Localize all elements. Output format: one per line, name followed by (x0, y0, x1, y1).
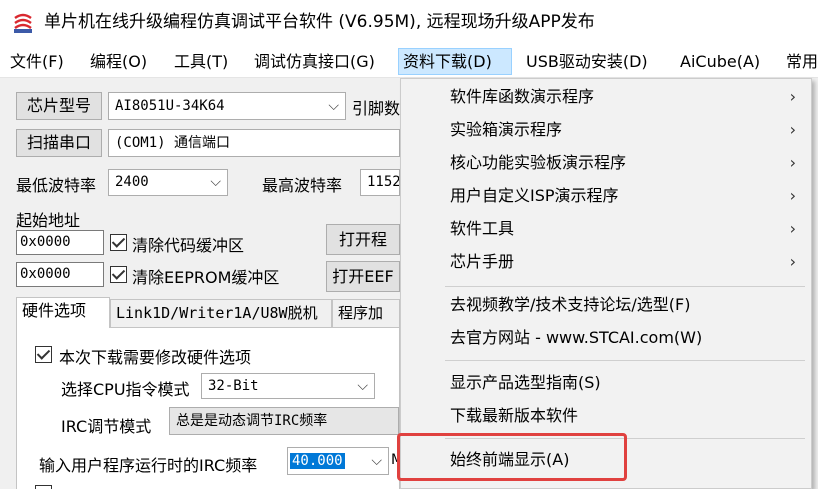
menu-item-label: 核心功能实验板演示程序 (450, 153, 627, 172)
title-bar: 单片机在线升级编程仿真调试平台软件 (V6.95M), 远程现场升级APP发布 (0, 0, 818, 44)
menu-item-label: 用户自定义ISP演示程序 (450, 186, 619, 205)
menu-aicube[interactable]: AiCube(A) (676, 48, 764, 75)
menu-item-label: 芯片手册 (450, 252, 515, 271)
tab-program-encrypt[interactable]: 程序加 (332, 299, 400, 327)
stc-logo-icon (14, 13, 32, 33)
open-eeprom-button[interactable]: 打开EEF (326, 261, 400, 292)
max-baud-select[interactable]: 1152 (360, 169, 400, 196)
menu-item-selection-guide[interactable]: 显示产品选型指南(S) (402, 366, 810, 399)
next-option-checkbox[interactable] (35, 485, 52, 489)
menu-item-video-forum[interactable]: 去视频教学/技术支持论坛/选型(F) (402, 288, 810, 321)
menu-item-software-tools[interactable]: 软件工具 › (402, 212, 810, 245)
cpu-mode-label: 选择CPU指令模式 (61, 380, 190, 399)
menu-debug-interface[interactable]: 调试仿真接口(G) (250, 48, 379, 75)
irc-frequency-select[interactable]: 40.000 ⌵ (287, 447, 389, 475)
menu-common[interactable]: 常用 (782, 48, 818, 75)
tab-hardware-options[interactable]: 硬件选项 (16, 297, 110, 328)
menu-item-core-board-demos[interactable]: 核心功能实验板演示程序 › (402, 146, 810, 179)
menu-item-official-website[interactable]: 去官方网站 - www.STCAI.com(W) (402, 321, 810, 354)
cpu-mode-select[interactable]: 32-Bit ⌵ (201, 373, 375, 399)
menu-program[interactable]: 编程(O) (86, 48, 151, 75)
start-address-label: 起始地址 (16, 211, 81, 230)
irc-frequency-label: 输入用户程序运行时的IRC频率 (39, 456, 258, 475)
chevron-right-icon: › (789, 186, 796, 205)
min-baud-select[interactable]: 2400 ⌵ (108, 169, 228, 196)
menu-tools[interactable]: 工具(T) (170, 48, 232, 75)
chip-model-value: AI8051U-34K64 (115, 98, 225, 114)
menu-item-lab-box-demos[interactable]: 实验箱演示程序 › (402, 113, 810, 146)
chevron-right-icon: › (789, 153, 796, 172)
options-tabs: 硬件选项 Link1D/Writer1A/U8W脱机 程序加 (16, 297, 400, 328)
menu-separator (445, 286, 805, 287)
hardware-options-panel: 本次下载需要修改硬件选项 选择CPU指令模式 32-Bit ⌵ IRC调节模式 … (16, 327, 403, 489)
chip-model-button[interactable]: 芯片型号 (16, 92, 102, 120)
menu-downloads[interactable]: 资料下载(D) (398, 48, 512, 75)
min-baud-label: 最低波特率 (16, 176, 97, 195)
chevron-down-icon: ⌵ (210, 174, 221, 190)
menu-item-custom-isp-demos[interactable]: 用户自定义ISP演示程序 › (402, 179, 810, 212)
window-title: 单片机在线升级编程仿真调试平台软件 (V6.95M), 远程现场升级APP发布 (44, 12, 595, 32)
clear-code-checkbox[interactable] (110, 234, 127, 251)
menu-bar: 文件(F) 编程(O) 工具(T) 调试仿真接口(G) 资料下载(D) USB驱… (0, 44, 818, 78)
menu-file[interactable]: 文件(F) (6, 48, 68, 75)
tab-offline-writer[interactable]: Link1D/Writer1A/U8W脱机 (110, 299, 332, 327)
menu-item-label: 去官方网站 - www.STCAI.com(W) (450, 328, 703, 347)
chevron-right-icon: › (789, 87, 796, 106)
chevron-down-icon: ⌵ (371, 453, 382, 469)
clear-eeprom-checkbox[interactable] (110, 266, 127, 283)
menu-item-download-latest[interactable]: 下载最新版本软件 (402, 399, 810, 432)
modify-hardware-checkbox[interactable] (35, 346, 52, 363)
chevron-right-icon: › (789, 252, 796, 271)
irc-mode-value: 总是是动态调节IRC频率 (176, 413, 328, 429)
downloads-dropdown-menu: 软件库函数演示程序 › 实验箱演示程序 › 核心功能实验板演示程序 › 用户自定… (400, 78, 812, 489)
irc-frequency-value[interactable]: 40.000 (290, 453, 345, 469)
menu-item-library-demos[interactable]: 软件库函数演示程序 › (402, 80, 810, 113)
open-program-button[interactable]: 打开程 (326, 224, 400, 255)
irc-mode-label: IRC调节模式 (61, 417, 152, 436)
max-baud-value: 1152 (367, 174, 400, 190)
chevron-right-icon: › (789, 120, 796, 139)
menu-item-label: 软件工具 (450, 219, 515, 238)
modify-hardware-label: 本次下载需要修改硬件选项 (59, 348, 252, 367)
clear-eeprom-label: 清除EEPROM缓冲区 (132, 268, 280, 287)
menu-item-datasheets[interactable]: 芯片手册 › (402, 245, 810, 278)
irc-mode-select[interactable]: 总是是动态调节IRC频率 (169, 407, 399, 435)
menu-item-label: 软件库函数演示程序 (450, 87, 595, 106)
cpu-mode-value: 32-Bit (208, 378, 259, 394)
port-select[interactable]: (COM1) 通信端口 (108, 129, 400, 157)
menu-item-label: 显示产品选型指南(S) (450, 373, 601, 392)
pin-count-label: 引脚数 (352, 99, 401, 118)
menu-item-label: 去视频教学/技术支持论坛/选型(F) (450, 295, 691, 314)
eeprom-address-input[interactable]: 0x0000 (16, 262, 104, 287)
min-baud-value: 2400 (115, 174, 149, 190)
scan-port-button[interactable]: 扫描串口 (16, 129, 102, 157)
menu-item-label: 下载最新版本软件 (450, 406, 579, 425)
clear-code-label: 清除代码缓冲区 (132, 236, 245, 255)
chevron-down-icon: ⌵ (328, 98, 339, 114)
highlight-annotation (397, 433, 627, 481)
menu-usb-driver[interactable]: USB驱动安装(D) (522, 48, 652, 75)
chip-model-select[interactable]: AI8051U-34K64 ⌵ (108, 92, 346, 120)
menu-item-label: 实验箱演示程序 (450, 120, 563, 139)
max-baud-label: 最高波特率 (262, 176, 343, 195)
chevron-down-icon: ⌵ (357, 378, 368, 394)
code-address-input[interactable]: 0x0000 (16, 230, 104, 255)
chevron-right-icon: › (789, 219, 796, 238)
port-value: (COM1) 通信端口 (115, 135, 231, 151)
menu-separator (445, 360, 805, 361)
